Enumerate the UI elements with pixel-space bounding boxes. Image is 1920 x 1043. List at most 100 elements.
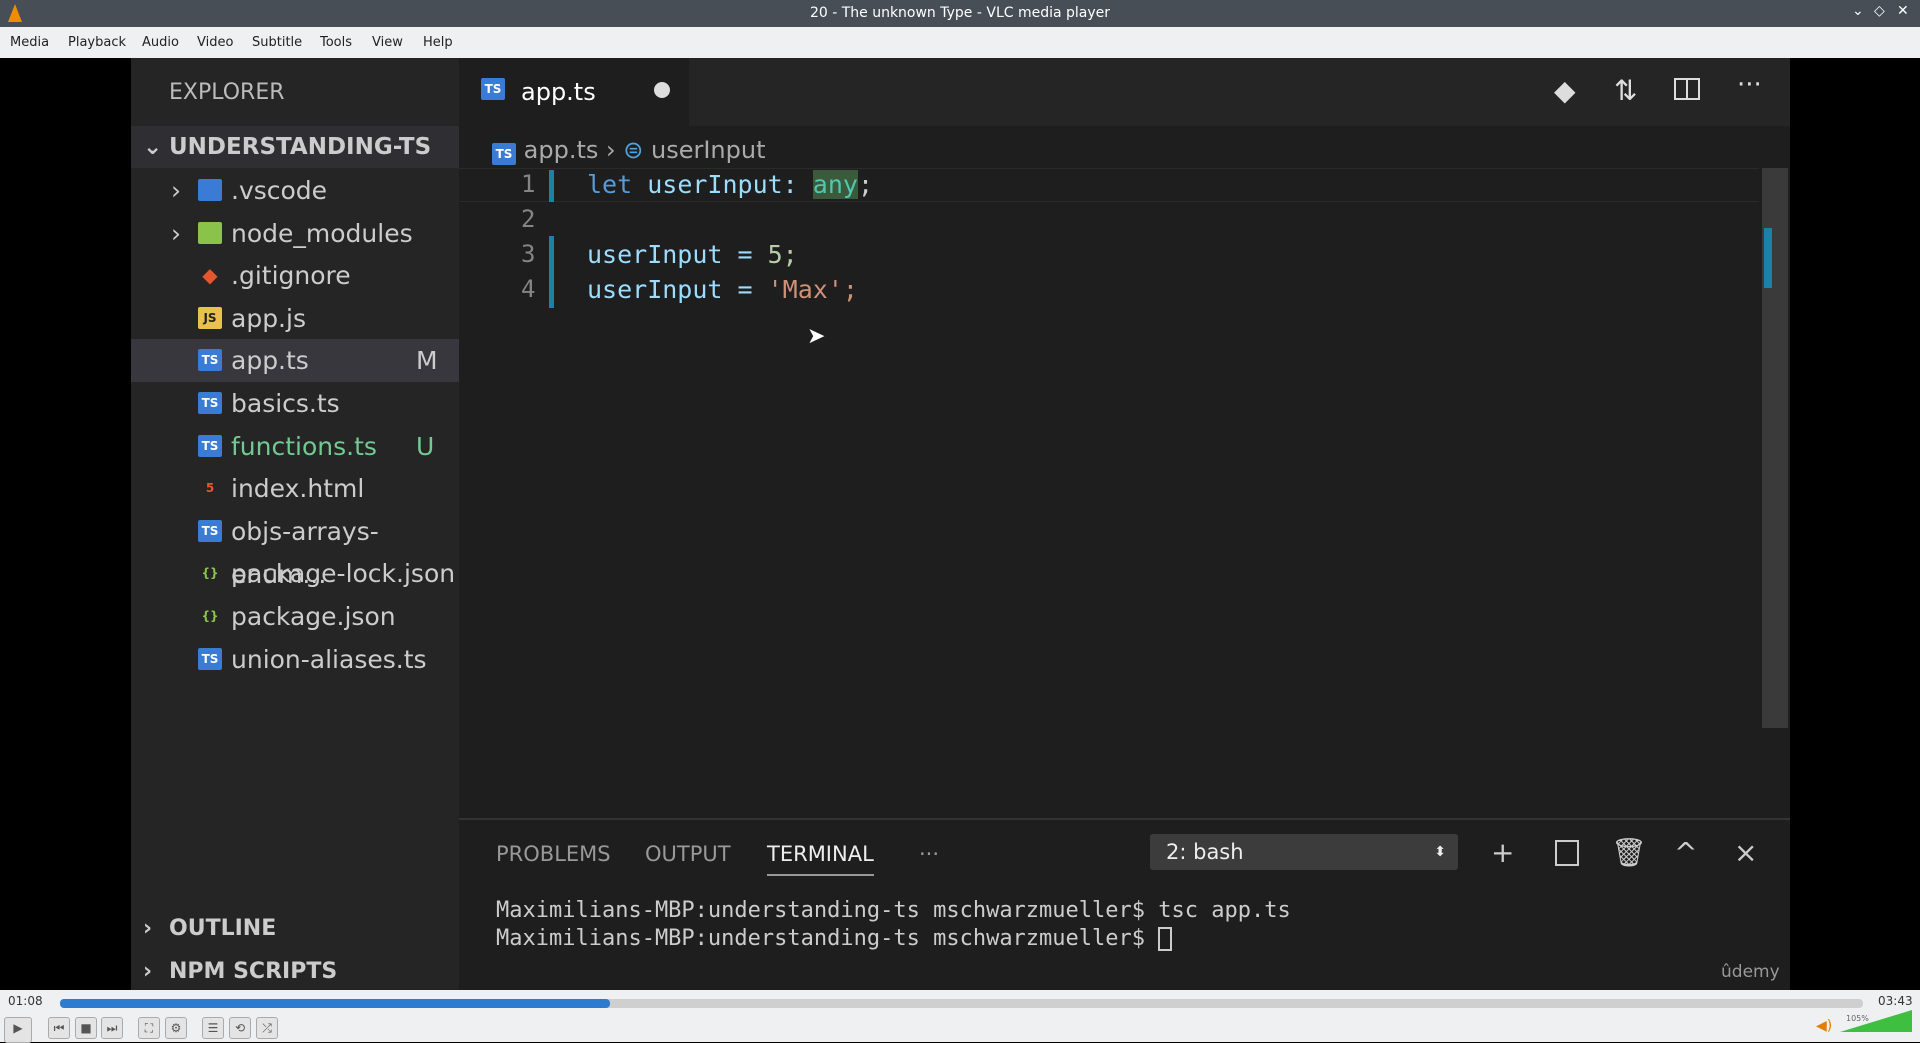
previous-button[interactable]: ⏮ [48,1017,70,1039]
typescript-file-icon: TS [198,434,222,457]
chevron-down-icon: ⌄ [143,134,163,160]
minimize-button[interactable]: ⌄ [1852,3,1864,19]
file-name: index.html [231,474,365,504]
folder-icon [198,221,222,244]
elapsed-time: 01:08 [8,994,43,1008]
tab-terminal[interactable]: TERMINAL [767,842,874,876]
file-item[interactable]: › .vscode [131,169,459,212]
loop-button[interactable]: ⟲ [229,1017,251,1039]
file-item[interactable]: JS app.js [131,297,459,340]
git-file-icon: ◆ [202,263,218,288]
project-name: UNDERSTANDING-TS [169,134,432,160]
git-status-badge: M [416,346,438,376]
maximize-panel-icon[interactable]: ^ [1674,836,1697,869]
split-editor-icon[interactable] [1674,78,1700,100]
stop-button[interactable]: ■ [75,1017,97,1039]
minimap-indicator [1764,228,1772,288]
javascript-file-icon: JS [198,306,222,329]
line-number: 2 [521,205,536,233]
menu-subtitle[interactable]: Subtitle [252,35,302,50]
file-name: package-lock.json [231,559,456,589]
shuffle-button[interactable]: ⤮ [256,1017,278,1039]
shell-select[interactable]: 2: bash ⬍ [1150,834,1458,870]
menu-audio[interactable]: Audio [142,35,179,50]
json-file-icon: {} [201,609,219,623]
menu-video[interactable]: Video [197,35,233,50]
git-icon[interactable]: ◆ [1554,74,1576,107]
line-number: 1 [521,170,536,198]
file-item[interactable]: {} package-lock.json [131,552,459,595]
fullscreen-button[interactable]: ⛶ [138,1017,160,1039]
volume-slider[interactable] [1840,1010,1912,1032]
next-button[interactable]: ⏭ [101,1017,123,1039]
speaker-icon[interactable]: ◀) [1816,1018,1832,1034]
close-panel-icon[interactable]: × [1734,836,1757,869]
chevron-right-icon: › [143,916,153,941]
code-line[interactable]: userInput = 5; [587,240,798,269]
editor-area: TS app.ts ◆ ⇅ ··· TS app.ts › ⊜ userInpu… [459,58,1790,990]
explorer-sidebar: EXPLORER ⌄ UNDERSTANDING-TS › .vscode › nod… [131,58,459,990]
breadcrumb-file[interactable]: app.ts [524,136,599,164]
tab-app-ts[interactable]: TS app.ts [459,58,689,126]
file-item[interactable]: ◆ .gitignore [131,254,459,297]
project-header[interactable]: ⌄ UNDERSTANDING-TS [131,126,459,168]
menu-view[interactable]: View [372,35,403,50]
tab-problems[interactable]: PROBLEMS [496,842,611,866]
maximize-button[interactable]: ◇ [1874,3,1885,19]
file-item[interactable]: TS app.ts M [131,339,459,383]
menu-tools[interactable]: Tools [320,35,352,50]
close-button[interactable]: ✕ [1897,3,1909,19]
typescript-file-icon: TS [198,647,222,670]
code-token-rest: 'Max'; [767,275,858,304]
typescript-file-icon: TS [492,143,516,165]
compare-changes-icon[interactable]: ⇅ [1614,74,1637,107]
seek-bar[interactable] [60,999,1863,1008]
file-item[interactable]: TS objs-arrays-enum... [131,510,459,589]
split-terminal-icon[interactable] [1555,840,1579,866]
tab-output[interactable]: OUTPUT [645,842,731,866]
more-actions-icon[interactable]: ··· [1737,70,1762,100]
code-token-id: userInput = [587,275,768,304]
unsaved-dot-icon[interactable] [654,82,670,98]
outline-label: OUTLINE [169,916,277,941]
new-terminal-icon[interactable]: + [1491,836,1514,869]
title-bar: 20 - The unknown Type - VLC media player… [0,0,1920,27]
file-item[interactable]: {} package.json [131,595,459,638]
file-name: package.json [231,602,396,631]
terminal-cursor [1158,927,1173,951]
chevron-right-icon: › [143,959,153,984]
code-token-rest: ; [857,170,874,199]
play-button[interactable]: ▶ [4,1017,32,1043]
npm-scripts-section[interactable]: › NPM SCRIPTS [131,950,459,993]
more-tabs-icon[interactable]: ··· [919,842,939,866]
git-modified-gutter [549,236,554,308]
typescript-file-icon: TS [198,349,222,372]
menu-media[interactable]: Media [10,35,49,50]
file-name: .gitignore [231,261,351,291]
trash-icon[interactable]: 🗑 [1611,836,1647,869]
file-name: node_modules [231,218,413,248]
terminal-line[interactable]: Maximilians-MBP:understanding-ts mschwar… [496,926,1173,951]
html-file-icon: 5 [205,481,215,496]
typescript-file-icon: TS [198,519,222,542]
file-item[interactable]: TS basics.ts [131,382,459,425]
extended-settings-button[interactable]: ⚙ [165,1017,187,1039]
menu-playback[interactable]: Playback [68,35,126,50]
playlist-button[interactable]: ☰ [202,1017,224,1039]
code-line[interactable]: let userInput: any; [587,170,873,199]
explorer-header: EXPLORER [169,80,285,105]
outline-section[interactable]: › OUTLINE [131,907,459,950]
menu-help[interactable]: Help [423,35,453,50]
file-name: app.ts [231,346,309,376]
menu-bar: Media Playback Audio Video Subtitle Tool… [0,27,1920,58]
file-name: union-aliases.ts [231,644,427,674]
file-item[interactable]: 5 index.html [131,467,459,510]
breadcrumb-symbol[interactable]: userInput [651,136,766,164]
file-item[interactable]: › node_modules [131,212,459,255]
shell-value: 2: bash [1166,840,1244,864]
code-line[interactable]: userInput = 'Max'; [587,275,858,304]
file-item[interactable]: TS union-aliases.ts [131,638,459,681]
git-status-badge: U [416,431,435,461]
code-token-rest: 5; [767,240,798,269]
file-item[interactable]: TS functions.ts U [131,425,459,468]
